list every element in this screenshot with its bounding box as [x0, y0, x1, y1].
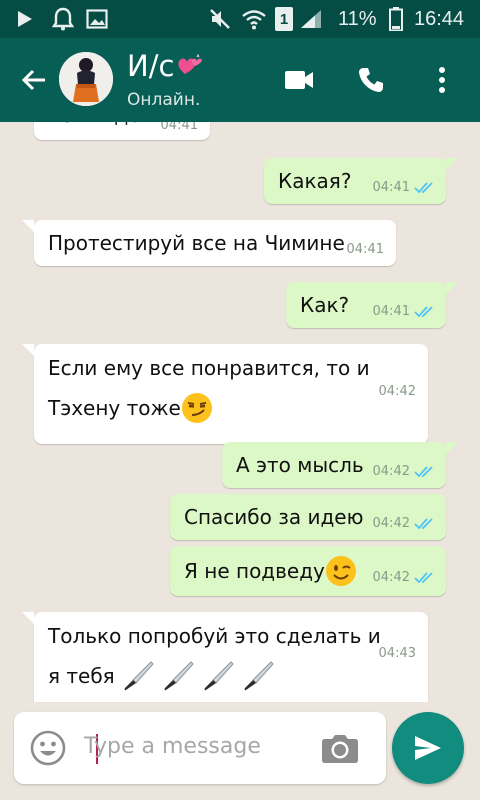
- message-meta: 04:41: [373, 304, 434, 319]
- message-input[interactable]: Type a message: [84, 734, 261, 759]
- knife-emoji: [204, 661, 234, 691]
- read-ticks-icon: [414, 571, 433, 583]
- contact-name[interactable]: И/с: [127, 49, 204, 85]
- message-bubble-outgoing[interactable]: Какая? 04:41: [264, 158, 446, 204]
- message-meta: 04:42: [379, 384, 416, 399]
- message-bubble-outgoing[interactable]: А это мысль 04:42: [222, 442, 446, 488]
- message-time-text: 04:42: [372, 516, 410, 531]
- message-bubble-outgoing[interactable]: Спасибо за идею 04:42: [170, 494, 446, 540]
- back-button[interactable]: [12, 58, 56, 102]
- message-meta: 04:42: [373, 570, 434, 585]
- message-text: А это мысль: [236, 453, 364, 477]
- message-bubble-outgoing[interactable]: Я не подведу 04:42: [170, 546, 446, 596]
- message-bubble-incoming[interactable]: Протестируй все на Чимине 04:41: [34, 220, 396, 266]
- wink-emoji: [325, 556, 356, 586]
- bubble-tail: [22, 220, 34, 232]
- message-text: Есть идея: [48, 122, 153, 133]
- knife-emoji: [244, 661, 274, 691]
- message-text: Как?: [300, 293, 350, 317]
- message-meta: 04:41: [373, 180, 434, 195]
- message-text-line2: Тэхену тоже: [48, 396, 181, 420]
- camera-button[interactable]: [320, 730, 360, 766]
- message-bubble-outgoing[interactable]: Как? 04:41: [286, 282, 446, 328]
- more-vert-icon: [439, 67, 445, 93]
- message-time-text: 04:41: [346, 242, 384, 257]
- chat-header: И/с Онлайн.: [0, 38, 480, 122]
- message-text-wrap: Я не подведу: [184, 553, 357, 589]
- message-text: Я не подведу: [184, 559, 325, 583]
- message-bubble-incoming[interactable]: Только попробуй это сделать и я тебя 04:…: [34, 612, 428, 702]
- emoji-button[interactable]: [28, 728, 68, 768]
- read-ticks-icon: [414, 465, 433, 477]
- read-ticks-icon: [414, 181, 433, 193]
- clock: 16:44: [414, 8, 465, 30]
- bubble-tail: [446, 442, 458, 454]
- send-icon: [415, 736, 441, 760]
- message-text-line1: Если ему все понравится, то и: [48, 356, 370, 380]
- message-text-line1: Только попробуй это сделать и: [48, 624, 381, 648]
- message-time-text: 04:41: [372, 180, 410, 195]
- knife-emoji: [164, 661, 194, 691]
- message-list[interactable]: Есть идея 04:41 Какая? 04:41 Протестируй…: [0, 122, 480, 702]
- message-meta: 04:43: [379, 646, 416, 661]
- smiley-icon: [30, 730, 66, 766]
- notification-bell-icon: [50, 0, 76, 38]
- bubble-tail: [22, 612, 34, 624]
- message-text-line2-wrap: Тэхену тоже: [48, 390, 213, 426]
- message-bubble-incoming[interactable]: Есть идея 04:41: [34, 122, 210, 140]
- message-time-text: 04:42: [372, 570, 410, 585]
- avatar[interactable]: [59, 52, 113, 106]
- video-call-button[interactable]: [277, 58, 321, 102]
- play-icon: [12, 0, 38, 38]
- message-text: Какая?: [278, 169, 352, 193]
- bubble-tail: [22, 344, 34, 356]
- knife-emoji: [124, 661, 154, 691]
- message-bubble-incoming[interactable]: Если ему все понравится, то и Тэхену тож…: [34, 344, 428, 444]
- more-options-button[interactable]: [420, 58, 464, 102]
- camera-icon: [322, 735, 358, 763]
- smirk-emoji: [181, 393, 212, 423]
- message-time-text: 04:42: [372, 464, 410, 479]
- video-camera-icon: [285, 71, 313, 89]
- battery-percent: 11%: [338, 8, 377, 30]
- back-arrow-icon: [21, 69, 45, 91]
- voice-call-button[interactable]: [349, 58, 393, 102]
- message-meta: 04:42: [373, 464, 434, 479]
- signal-icon: [298, 0, 324, 38]
- message-text-line2: я тебя: [48, 664, 115, 688]
- battery-icon: [386, 0, 406, 38]
- message-text-line2-wrap: я тебя: [48, 658, 275, 694]
- message-text: Протестируй все на Чимине: [48, 231, 345, 255]
- heart-emoji: [176, 51, 204, 85]
- contact-status: Онлайн.: [127, 90, 201, 110]
- message-text: Спасибо за идею: [184, 505, 364, 529]
- bubble-tail: [446, 158, 458, 170]
- read-ticks-icon: [414, 305, 433, 317]
- message-time-text: 04:41: [372, 304, 410, 319]
- status-bar: 1 11% 16:44: [0, 0, 480, 38]
- gallery-icon: [84, 0, 110, 38]
- phone-icon: [359, 68, 383, 92]
- mute-icon: [206, 0, 234, 38]
- contact-name-text: И/с: [127, 49, 175, 83]
- read-ticks-icon: [414, 517, 433, 529]
- message-time: 04:41: [161, 122, 198, 133]
- sim-slot-icon: 1: [274, 0, 294, 38]
- message-time-text: 04:43: [378, 646, 416, 661]
- wifi-icon: [240, 0, 268, 38]
- message-time-text: 04:41: [160, 122, 198, 133]
- message-meta: 04:41: [347, 242, 384, 257]
- sim-slot-number: 1: [279, 10, 289, 28]
- send-button[interactable]: [392, 712, 464, 784]
- bubble-tail: [446, 282, 458, 294]
- message-composer[interactable]: Type a message: [14, 712, 386, 784]
- message-time-text: 04:42: [378, 384, 416, 399]
- message-meta: 04:42: [373, 516, 434, 531]
